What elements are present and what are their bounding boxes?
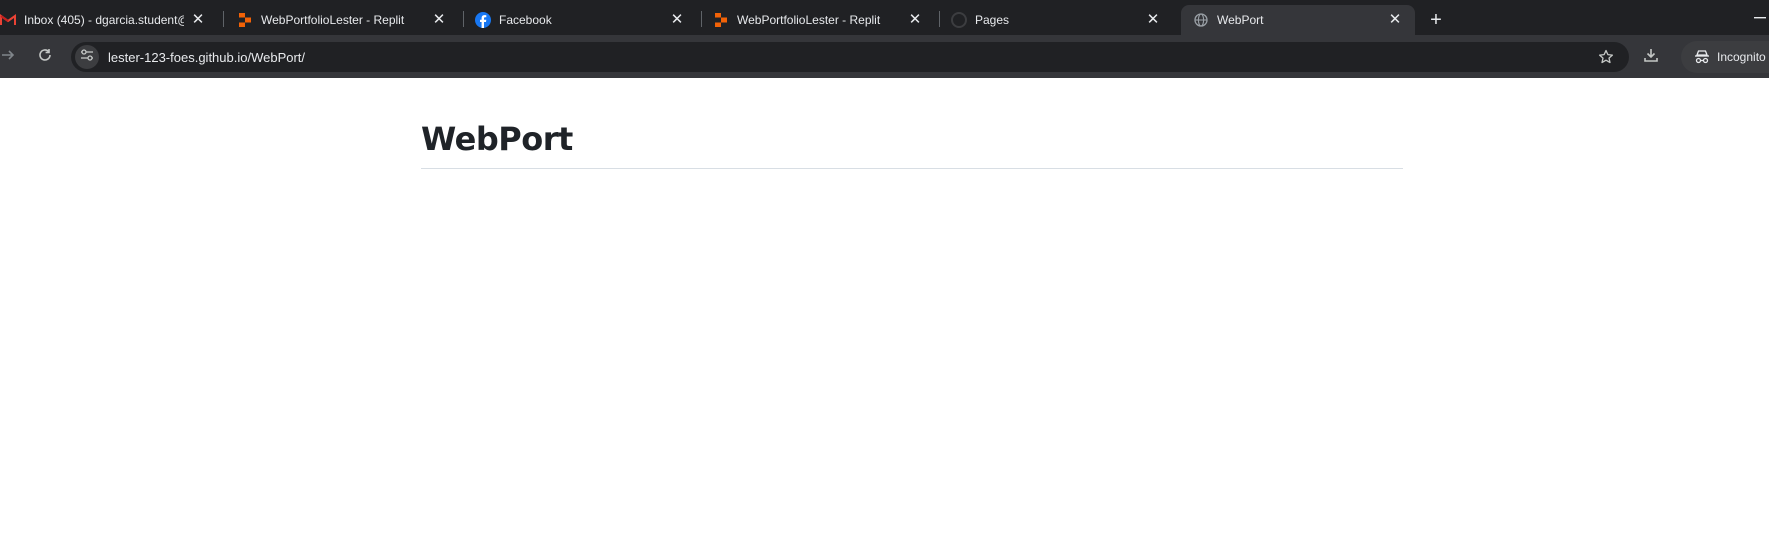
address-bar[interactable]: lester-123-foes.github.io/WebPort/ [71, 42, 1629, 72]
github-icon [951, 12, 967, 28]
page-title: WebPort [421, 120, 573, 158]
close-icon[interactable]: ✕ [669, 12, 685, 28]
tab-webport[interactable]: WebPort ✕ [1181, 5, 1415, 35]
tab-gmail[interactable]: Inbox (405) - dgarcia.student@ ✕ [0, 5, 218, 35]
tab-pages[interactable]: Pages ✕ [939, 5, 1173, 35]
site-info-button[interactable] [75, 45, 99, 69]
reload-button[interactable] [31, 43, 59, 71]
downloads-button[interactable] [1637, 43, 1665, 71]
gmail-icon [0, 12, 16, 28]
close-icon[interactable]: ✕ [190, 12, 206, 28]
title-divider [421, 168, 1403, 169]
browser-toolbar: lester-123-foes.github.io/WebPort/ Incog… [0, 35, 1769, 78]
facebook-icon [475, 12, 491, 28]
incognito-indicator[interactable]: Incognito [1681, 41, 1769, 73]
incognito-icon [1693, 48, 1711, 66]
close-icon[interactable]: ✕ [1145, 12, 1161, 28]
replit-icon [713, 12, 729, 28]
tab-replit-1[interactable]: WebPortfolioLester - Replit ✕ [225, 5, 459, 35]
replit-icon [237, 12, 253, 28]
tab-title: WebPortfolioLester - Replit [261, 13, 405, 27]
minimize-icon[interactable] [1751, 9, 1769, 27]
tab-title: Facebook [499, 13, 552, 27]
close-icon[interactable]: ✕ [431, 12, 447, 28]
forward-button[interactable] [0, 43, 22, 71]
page-content: WebPort [0, 78, 1769, 534]
tab-separator [223, 11, 224, 27]
tab-title: Inbox (405) - dgarcia.student@ [24, 13, 184, 27]
incognito-label: Incognito [1717, 50, 1766, 64]
tune-icon [80, 48, 94, 66]
reload-icon [38, 48, 52, 67]
new-tab-button[interactable]: + [1423, 7, 1449, 33]
tab-facebook[interactable]: Facebook ✕ [463, 5, 697, 35]
tab-title: WebPortfolioLester - Replit [737, 13, 881, 27]
globe-icon [1193, 12, 1209, 28]
close-icon[interactable]: ✕ [907, 12, 923, 28]
download-icon [1643, 47, 1659, 68]
tab-strip: Inbox (405) - dgarcia.student@ ✕ WebPort… [0, 0, 1769, 35]
close-icon[interactable]: ✕ [1387, 12, 1403, 28]
forward-arrow-icon [1, 48, 15, 67]
tab-title: Pages [975, 13, 1010, 27]
bookmark-star-icon[interactable] [1597, 48, 1615, 66]
address-text[interactable]: lester-123-foes.github.io/WebPort/ [108, 50, 305, 65]
tab-replit-2[interactable]: WebPortfolioLester - Replit ✕ [701, 5, 935, 35]
tab-title: WebPort [1217, 13, 1264, 27]
